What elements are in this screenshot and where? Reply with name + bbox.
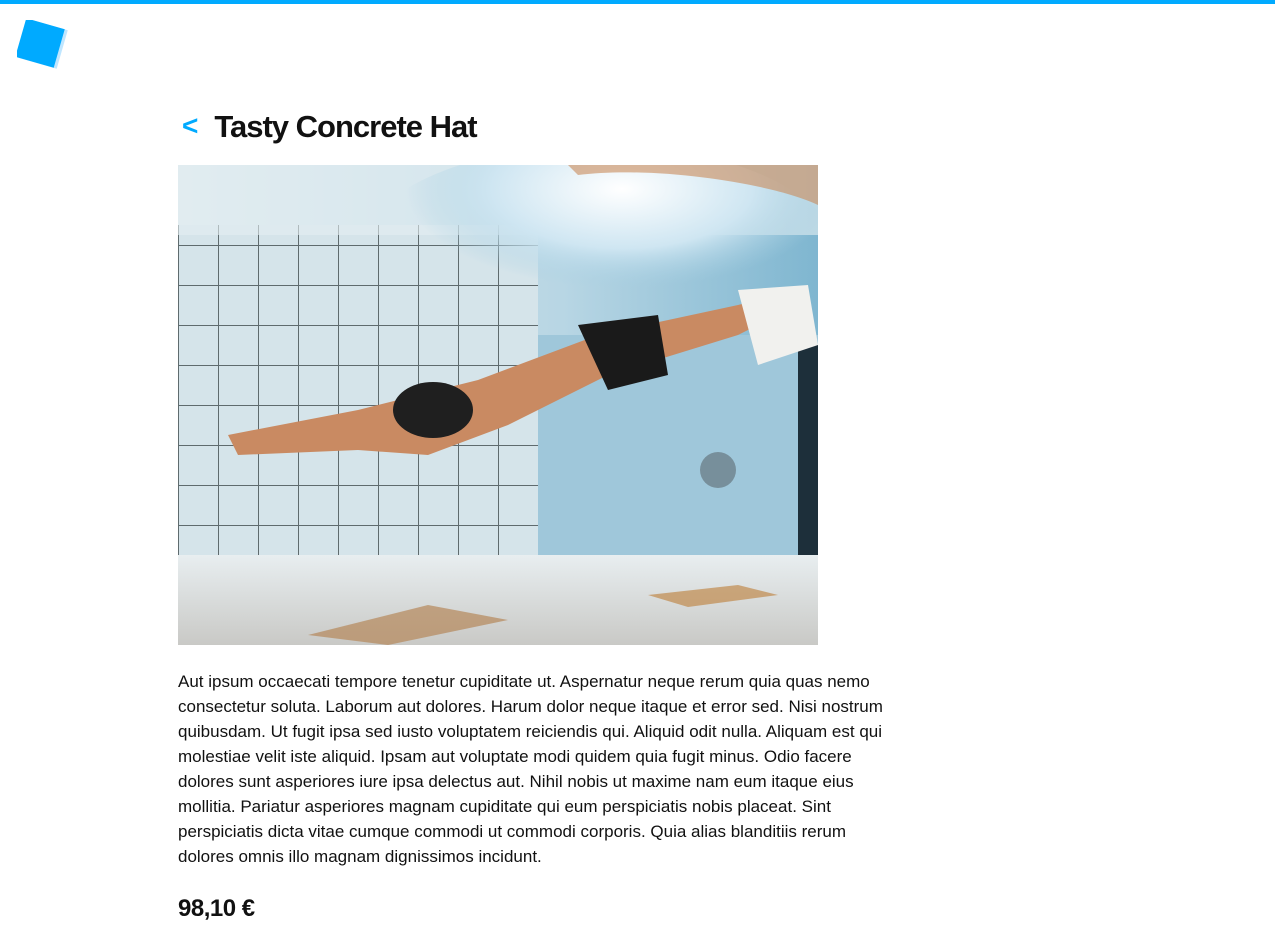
product-description: Aut ipsum occaecati tempore tenetur cupi…: [178, 672, 883, 866]
back-button[interactable]: <: [182, 112, 198, 140]
top-accent-bar: [0, 0, 1275, 4]
home-logo[interactable]: [15, 18, 69, 72]
product-price: 98,10 €: [178, 895, 255, 922]
product-title: Tasty Concrete Hat: [214, 108, 477, 144]
product-image: [178, 165, 818, 645]
product-detail: < Tasty Concrete Hat Aut ipsum occaecati…: [178, 100, 898, 923]
square-logo-icon: [15, 18, 68, 69]
title-row: < Tasty Concrete Hat: [178, 100, 898, 152]
